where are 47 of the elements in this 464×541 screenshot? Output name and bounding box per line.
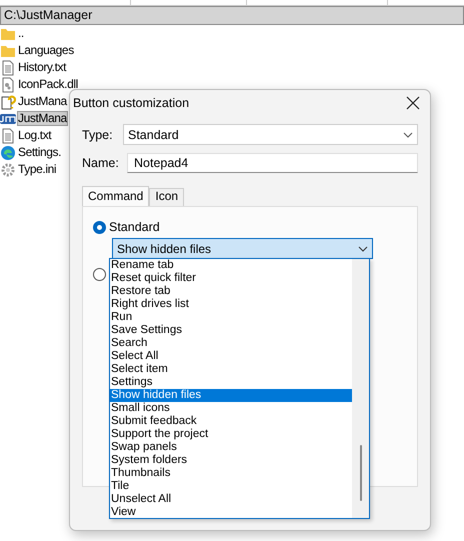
dropdown-option[interactable]: Support the project [110, 428, 352, 441]
dropdown-option[interactable]: Settings [110, 376, 352, 389]
dropdown-option[interactable]: Tile [110, 480, 352, 493]
browser-logo-icon [0, 144, 16, 160]
file-item[interactable]: History.txt [18, 61, 66, 74]
file-item[interactable]: .. [18, 27, 24, 40]
dropdown-option[interactable]: Save Settings [110, 324, 352, 337]
radio-button[interactable] [93, 268, 106, 280]
dialog-title: Button customization [73, 96, 190, 110]
gear-icon [0, 162, 16, 178]
dropdown-option[interactable]: View [110, 506, 352, 519]
dropdown-option[interactable]: Restore tab [110, 285, 352, 298]
file-item[interactable]: Type.ini [18, 163, 56, 176]
dropdown-option[interactable]: Run [110, 311, 352, 324]
file-item[interactable]: IconPack.dll [18, 78, 78, 91]
file-item[interactable]: JustMana [18, 112, 67, 125]
dropdown-option[interactable]: Select item [110, 363, 352, 376]
dropdown-option[interactable]: Submit feedback [110, 415, 352, 428]
name-field[interactable]: Notepad4 [127, 153, 418, 173]
command-dropdown[interactable]: Show hidden files [112, 238, 373, 259]
dropdown-option[interactable]: Search [110, 337, 352, 350]
file-item[interactable]: JustMana [18, 95, 67, 108]
name-label: Name: [82, 156, 118, 170]
dropdown-option[interactable]: Rename tab [110, 259, 352, 272]
scrollbar-thumb[interactable] [360, 445, 362, 501]
file-item[interactable]: Languages [18, 44, 74, 57]
dropdown-option[interactable]: Right drives list [110, 298, 352, 311]
type-label: Type: [82, 128, 114, 142]
radio-button[interactable] [93, 220, 106, 234]
close-icon[interactable] [406, 96, 420, 110]
dropdown-option[interactable]: Show hidden files [110, 389, 352, 402]
dropdown-option[interactable]: System folders [110, 454, 352, 467]
dropdown-option[interactable]: Reset quick filter [110, 272, 352, 285]
dropdown-option[interactable]: Select All [110, 350, 352, 363]
type-dropdown[interactable]: Standard [123, 124, 418, 145]
path-bar[interactable]: C:\JustManager [0, 6, 464, 25]
tab[interactable]: Command [82, 186, 150, 206]
dropdown-option[interactable]: Small icons [110, 402, 352, 415]
tab[interactable]: Icon [149, 188, 184, 206]
radio-label[interactable]: Standard [109, 220, 160, 234]
dropdown-option[interactable]: Unselect All [110, 493, 352, 506]
dropdown-option[interactable]: Thumbnails [110, 467, 352, 480]
chevron-down-icon [358, 246, 368, 252]
file-item[interactable]: Settings. [18, 146, 62, 159]
chevron-down-icon [403, 132, 413, 138]
file-item[interactable]: Log.txt [18, 129, 52, 142]
dropdown-option[interactable]: Swap panels [110, 441, 352, 454]
